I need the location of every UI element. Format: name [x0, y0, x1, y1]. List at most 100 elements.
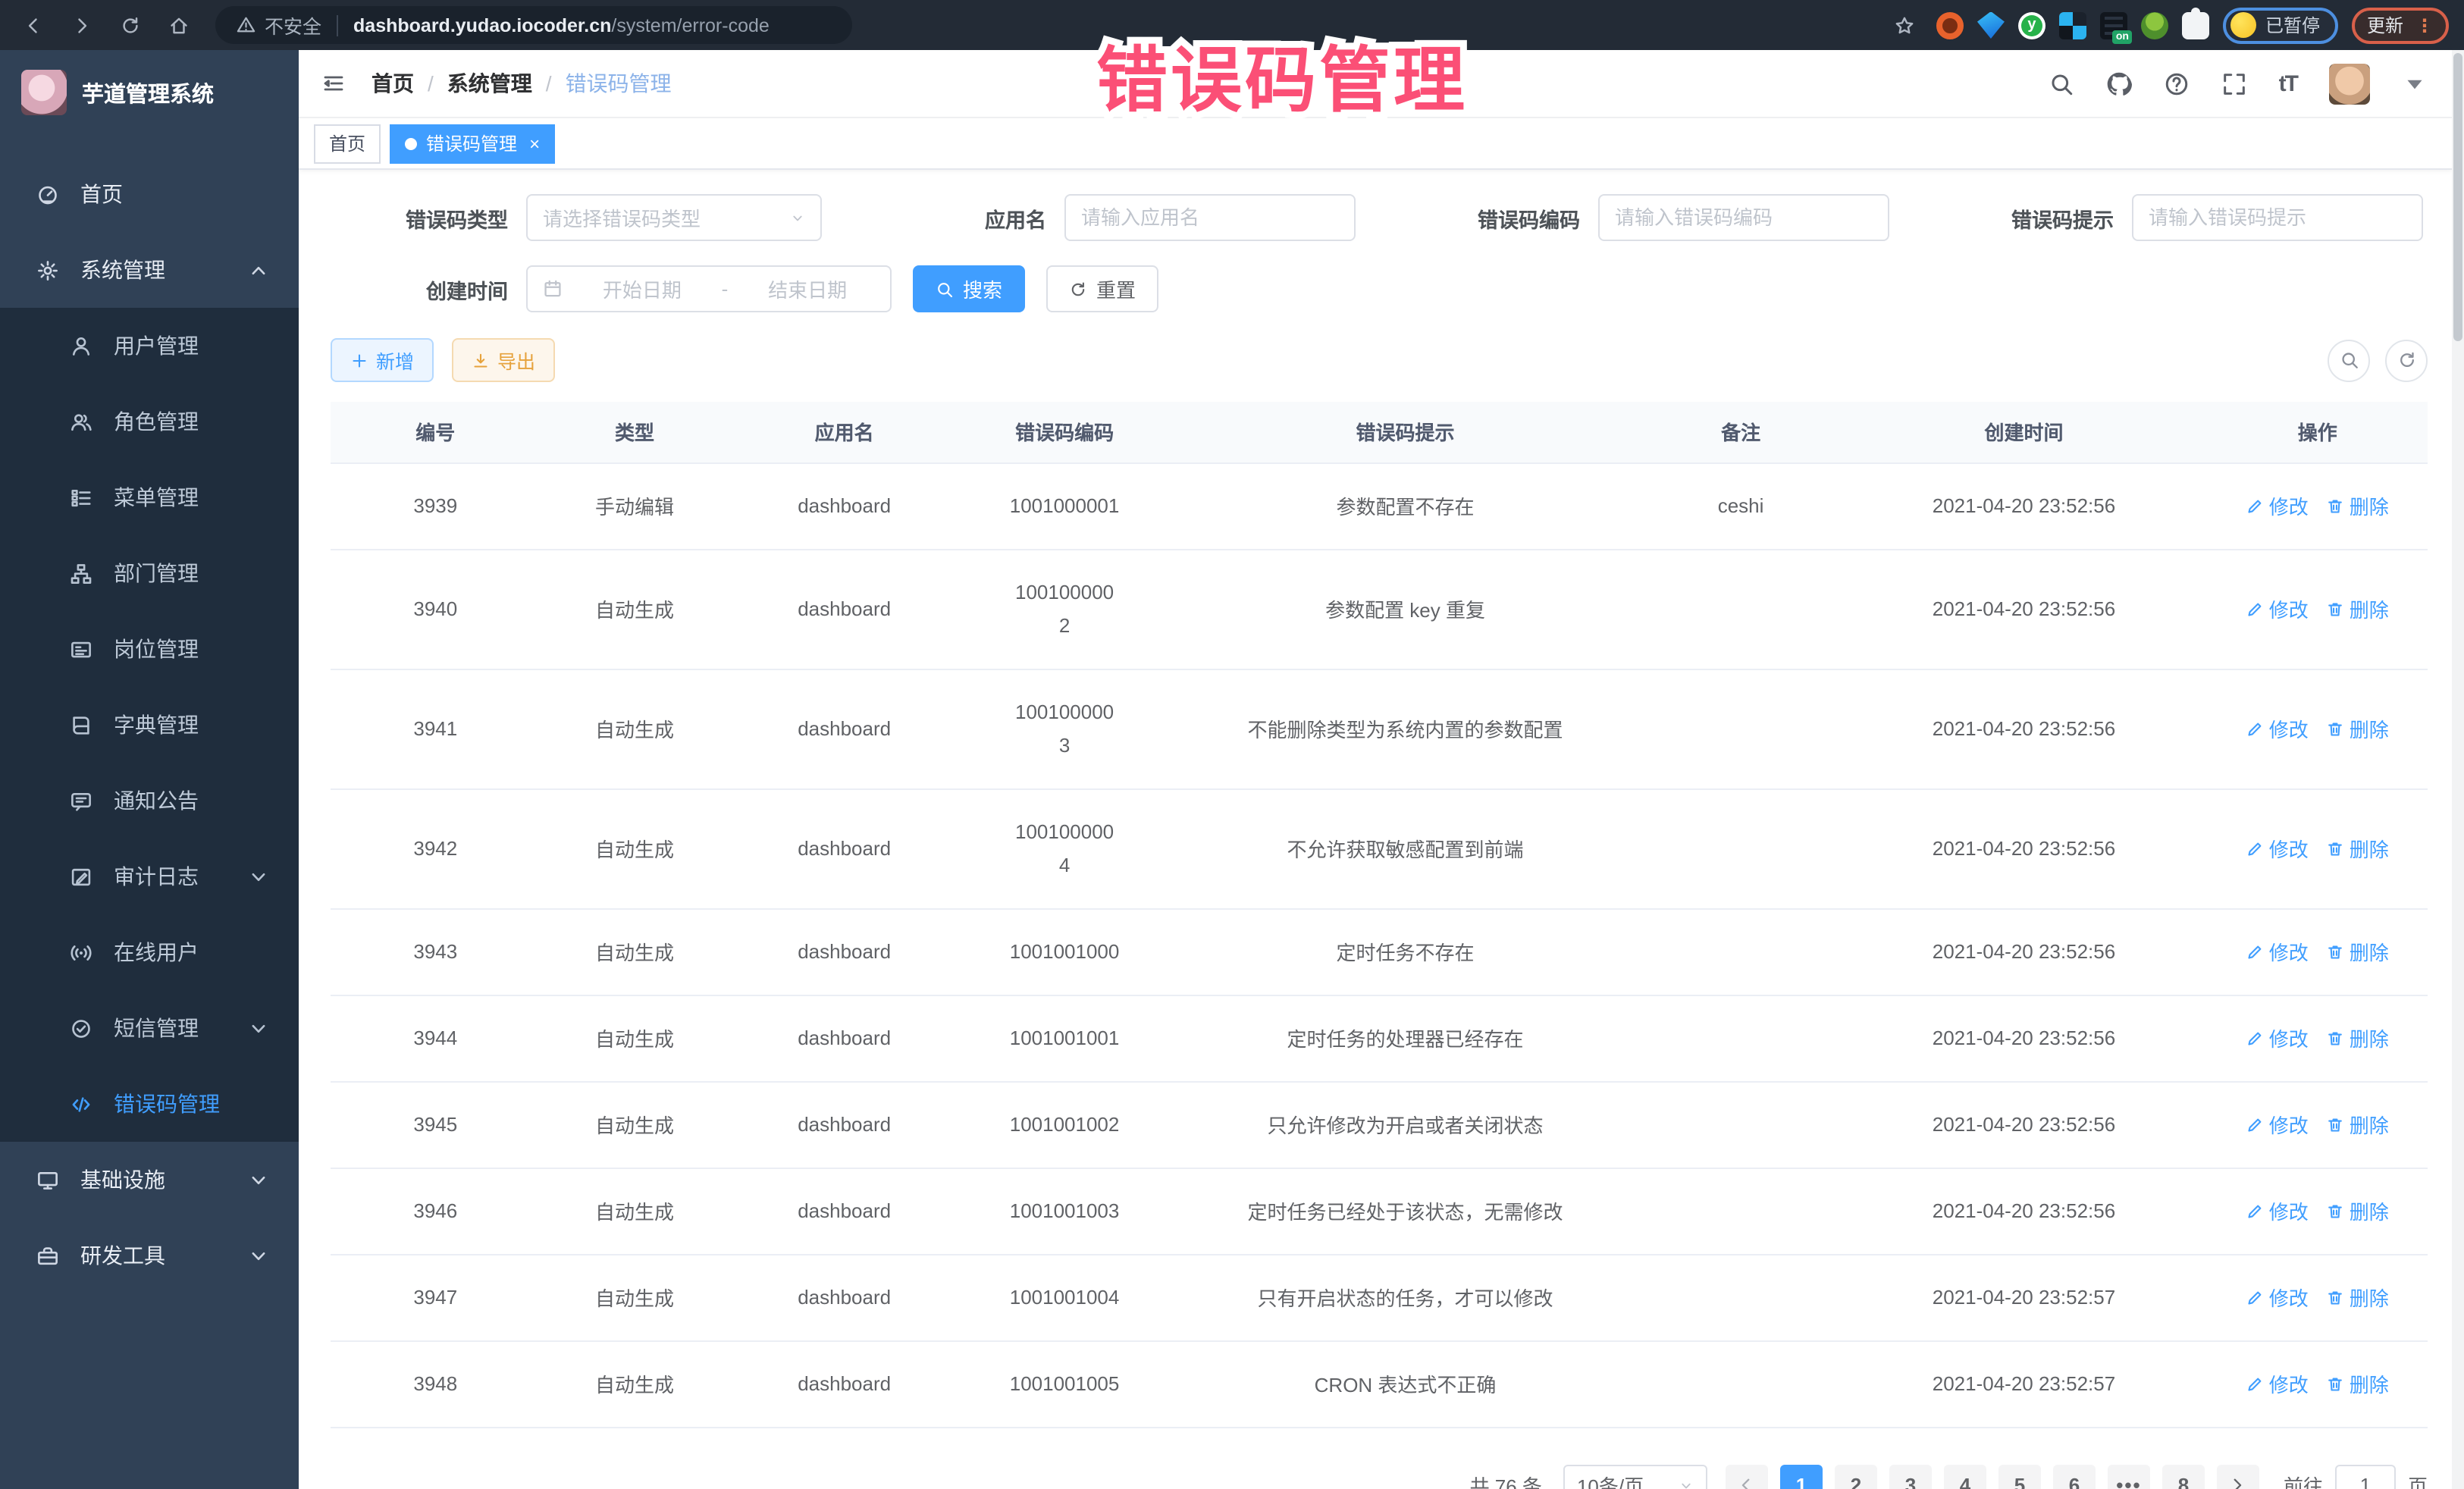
sidebar-item-1[interactable]: 系统管理	[0, 232, 299, 308]
sidebar-collapse-icon[interactable]	[317, 67, 350, 100]
reset-button[interactable]: 重置	[1046, 265, 1158, 312]
sidebar-item-10[interactable]: 在线用户	[0, 914, 299, 990]
filter-hint-input[interactable]	[2149, 206, 2406, 229]
filter-type-select[interactable]: 请选择错误码类型	[526, 194, 822, 241]
extension-grid-icon[interactable]	[2059, 11, 2086, 39]
address-bar[interactable]: 不安全 dashboard.yudao.iocoder.cn/system/er…	[215, 6, 852, 44]
goto-page-input[interactable]	[2335, 1464, 2396, 1489]
edit-link[interactable]: 修改	[2246, 491, 2309, 520]
browser-reload-button[interactable]	[112, 7, 149, 43]
page-button-8[interactable]: 8	[2162, 1464, 2205, 1489]
more-pages-button[interactable]: •••	[2108, 1464, 2150, 1489]
toggle-search-button[interactable]	[2328, 339, 2370, 381]
refresh-table-button[interactable]	[2385, 339, 2428, 381]
page-button-1[interactable]: 1	[1780, 1464, 1823, 1489]
sidebar-item-9[interactable]: 审计日志	[0, 839, 299, 914]
extension-on-icon[interactable]: on	[2100, 11, 2127, 39]
browser-update-button[interactable]: 更新 ⋮	[2352, 7, 2449, 43]
extension-person-icon[interactable]	[2141, 11, 2168, 39]
delete-link[interactable]: 删除	[2327, 937, 2389, 966]
delete-link[interactable]: 删除	[2327, 1196, 2389, 1225]
user-avatar[interactable]	[2329, 63, 2370, 104]
filter-app-input[interactable]	[1081, 206, 1339, 229]
tab-close-icon[interactable]: ×	[529, 134, 540, 152]
edit-link[interactable]: 修改	[2246, 1196, 2309, 1225]
sidebar-item-4[interactable]: 菜单管理	[0, 459, 299, 535]
bookmark-star-button[interactable]	[1886, 7, 1923, 43]
sidebar-item-3[interactable]: 角色管理	[0, 384, 299, 459]
github-icon[interactable]	[2106, 71, 2132, 96]
page-button-6[interactable]: 6	[2053, 1464, 2096, 1489]
prev-page-button[interactable]	[1726, 1464, 1768, 1489]
delete-link[interactable]: 删除	[2327, 1023, 2389, 1052]
edit-link[interactable]: 修改	[2246, 1369, 2309, 1398]
sidebar-item-13[interactable]: 基础设施	[0, 1142, 299, 1218]
browser-forward-button[interactable]	[64, 7, 100, 43]
avatar-caret-icon[interactable]	[2402, 71, 2428, 96]
pencil-icon	[2246, 600, 2265, 618]
browser-profile-chip[interactable]: 已暂停	[2223, 7, 2338, 43]
edit-link[interactable]: 修改	[2246, 1110, 2309, 1139]
sidebar-item-5[interactable]: 部门管理	[0, 535, 299, 611]
sidebar-item-8[interactable]: 通知公告	[0, 763, 299, 839]
extension-gem-icon[interactable]	[1977, 11, 2005, 39]
font-size-icon[interactable]: tT	[2279, 71, 2297, 96]
export-button[interactable]: 导出	[452, 338, 555, 382]
sidebar-item-12[interactable]: 错误码管理	[0, 1066, 299, 1142]
page-button-3[interactable]: 3	[1889, 1464, 1932, 1489]
filter-code-input[interactable]	[1615, 206, 1873, 229]
cell-app: dashboard	[729, 462, 960, 549]
page-size-select[interactable]: 10条/页	[1563, 1464, 1707, 1489]
sidebar-item-7[interactable]: 字典管理	[0, 687, 299, 763]
message-icon	[67, 789, 94, 812]
extensions-puzzle-icon[interactable]	[2182, 11, 2209, 39]
edit-link[interactable]: 修改	[2246, 714, 2309, 743]
sidebar-item-11[interactable]: 短信管理	[0, 990, 299, 1066]
edit-link[interactable]: 修改	[2246, 1283, 2309, 1312]
add-button[interactable]: 新增	[331, 338, 434, 382]
browser-scrollbar[interactable]	[2452, 50, 2464, 1489]
sidebar-item-14[interactable]: 研发工具	[0, 1218, 299, 1293]
tab-error-code[interactable]: 错误码管理 ×	[390, 124, 555, 163]
edit-link[interactable]: 修改	[2246, 834, 2309, 863]
fullscreen-icon[interactable]	[2221, 71, 2247, 96]
page-button-4[interactable]: 4	[1944, 1464, 1986, 1489]
next-page-button[interactable]	[2217, 1464, 2259, 1489]
browser-menu-icon[interactable]: ⋮	[2415, 14, 2434, 36]
cell-app: dashboard	[729, 788, 960, 908]
help-icon[interactable]	[2164, 71, 2190, 96]
delete-link[interactable]: 删除	[2327, 834, 2389, 863]
delete-link[interactable]: 删除	[2327, 1283, 2389, 1312]
search-button[interactable]: 搜索	[913, 265, 1025, 312]
header-search-icon[interactable]	[2049, 71, 2074, 96]
sidebar-item-label: 岗位管理	[114, 634, 199, 664]
extension-y-icon[interactable]: y	[2018, 11, 2045, 39]
delete-link[interactable]: 删除	[2327, 594, 2389, 623]
sidebar-item-0[interactable]: 首页	[0, 156, 299, 232]
scrollbar-thumb[interactable]	[2453, 53, 2462, 341]
sidebar-item-2[interactable]: 用户管理	[0, 308, 299, 384]
column-header-0: 编号	[331, 402, 541, 462]
breadcrumb-item-1[interactable]: 系统管理	[447, 68, 532, 99]
breadcrumb-item-0[interactable]: 首页	[371, 68, 414, 99]
filter-date-range[interactable]: 开始日期 - 结束日期	[526, 265, 892, 312]
page-button-2[interactable]: 2	[1835, 1464, 1877, 1489]
sidebar-item-6[interactable]: 岗位管理	[0, 611, 299, 687]
sidebar-item-label: 基础设施	[80, 1165, 165, 1195]
delete-link[interactable]: 删除	[2327, 491, 2389, 520]
edit-link[interactable]: 修改	[2246, 594, 2309, 623]
tab-home[interactable]: 首页	[314, 124, 381, 163]
browser-home-button[interactable]	[161, 7, 197, 43]
delete-link[interactable]: 删除	[2327, 1110, 2389, 1139]
edit-link[interactable]: 修改	[2246, 937, 2309, 966]
table-row-5: 3944自动生成dashboard1001001001定时任务的处理器已经存在2…	[331, 995, 2428, 1081]
edit-link[interactable]: 修改	[2246, 1023, 2309, 1052]
page-button-5[interactable]: 5	[1998, 1464, 2041, 1489]
breadcrumb-item-2: 错误码管理	[566, 68, 672, 99]
extension-orange-icon[interactable]	[1936, 11, 1964, 39]
delete-link[interactable]: 删除	[2327, 1369, 2389, 1398]
delete-link[interactable]: 删除	[2327, 714, 2389, 743]
trash-icon	[2327, 600, 2345, 618]
app-logo-row[interactable]: 芋道管理系统	[0, 50, 299, 135]
browser-back-button[interactable]	[15, 7, 52, 43]
